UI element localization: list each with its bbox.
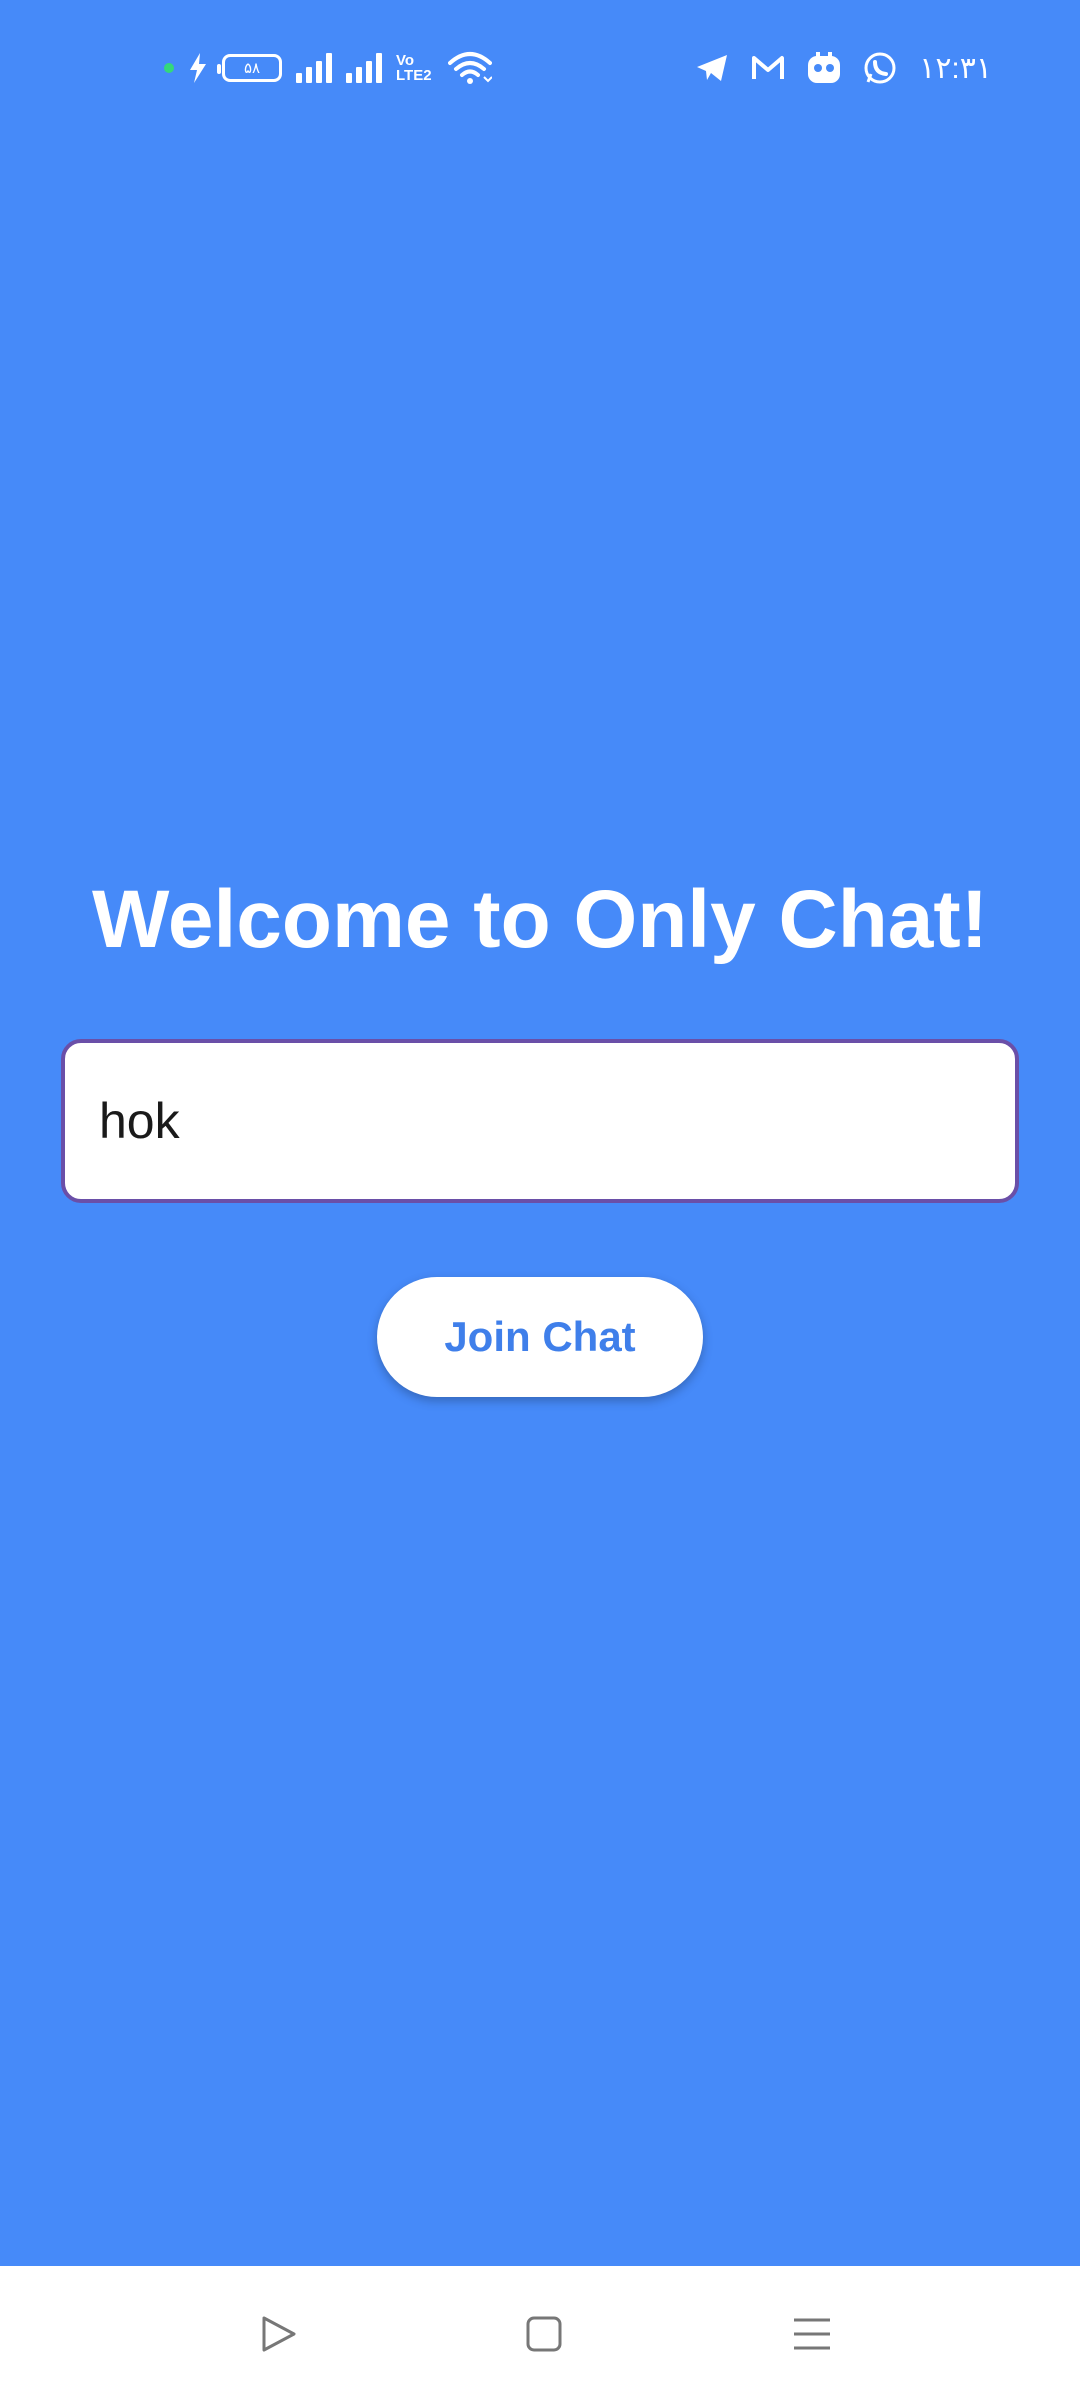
charging-bolt-icon (188, 53, 208, 83)
recents-menu-icon[interactable] (764, 2286, 860, 2382)
navigation-bar (0, 2266, 1080, 2400)
battery-icon: ۵۸ (217, 54, 282, 82)
signal-1-icon (296, 53, 332, 83)
status-bar: ۵۸ Vo LTE2 ۱۲:۳۱ (0, 0, 1080, 136)
status-right-group: ۱۲:۳۱ (695, 48, 992, 88)
home-square-icon[interactable] (496, 2286, 592, 2382)
signal-2-icon (346, 53, 382, 83)
back-triangle-icon[interactable] (230, 2286, 326, 2382)
app-notification-icon (807, 52, 841, 84)
page-title: Welcome to Only Chat! (91, 874, 989, 965)
volte-icon: Vo LTE2 (396, 52, 432, 84)
telegram-icon (695, 53, 729, 83)
gmail-icon (751, 54, 785, 82)
wifi-icon (448, 51, 492, 85)
login-screen: ۵۸ Vo LTE2 ۱۲:۳۱ Welcome to Only Chat! h… (0, 0, 1080, 2400)
username-input[interactable] (61, 1039, 1019, 1203)
status-left-group: ۵۸ Vo LTE2 (164, 48, 492, 88)
battery-level: ۵۸ (243, 60, 261, 77)
whatsapp-icon (863, 51, 897, 85)
green-dot-indicator (164, 63, 174, 73)
status-clock: ۱۲:۳۱ (919, 51, 992, 85)
join-chat-button[interactable]: Join Chat (377, 1277, 703, 1397)
